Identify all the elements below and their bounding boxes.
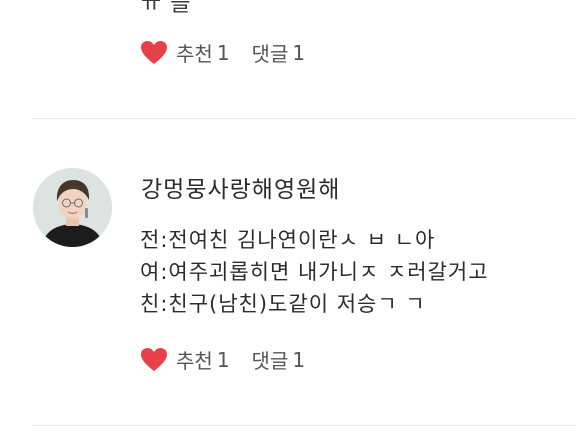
avatar-image — [33, 168, 112, 247]
previous-comment-text: ㅠ 을 — [141, 0, 192, 17]
recommend-count: 1 — [216, 40, 230, 65]
recommend-label[interactable]: 추천 — [176, 38, 213, 67]
comment-line: 여:여주괴롭히면 내가니ㅈ ㅈ러갈거고 — [140, 260, 489, 284]
heart-icon[interactable] — [140, 347, 168, 373]
comment-body: 전:전여친 김나연이란ㅅ ㅂ ㄴ아 여:여주괴롭히면 내가니ㅈ ㅈ러갈거고 친:… — [140, 224, 489, 320]
previous-comment-actions: 추천 1 댓글 1 — [140, 38, 305, 67]
comment-actions: 추천 1 댓글 1 — [140, 345, 305, 374]
reply-count: 1 — [292, 347, 306, 372]
heart-icon[interactable] — [140, 40, 168, 66]
comment-list: ㅠ 을 추천 1 댓글 1 강멍뭉사랑해영원해 전:전여친 김나연이란ㅅ ㅂ ㄴ… — [0, 0, 576, 432]
comment-line: 전:전여친 김나연이란ㅅ ㅂ ㄴ아 — [140, 228, 436, 252]
reply-label[interactable]: 댓글 — [252, 345, 289, 374]
profile-avatar[interactable] — [33, 168, 112, 247]
recommend-label[interactable]: 추천 — [176, 345, 213, 374]
recommend-count: 1 — [216, 347, 230, 372]
comment-divider — [32, 118, 576, 119]
reply-label[interactable]: 댓글 — [252, 38, 289, 67]
reply-count: 1 — [292, 40, 306, 65]
comment-divider — [32, 425, 576, 426]
comment-line: 친:친구(남친)도같이 저승ㄱ ㄱ — [140, 292, 426, 316]
comment-author[interactable]: 강멍뭉사랑해영원해 — [141, 170, 340, 204]
